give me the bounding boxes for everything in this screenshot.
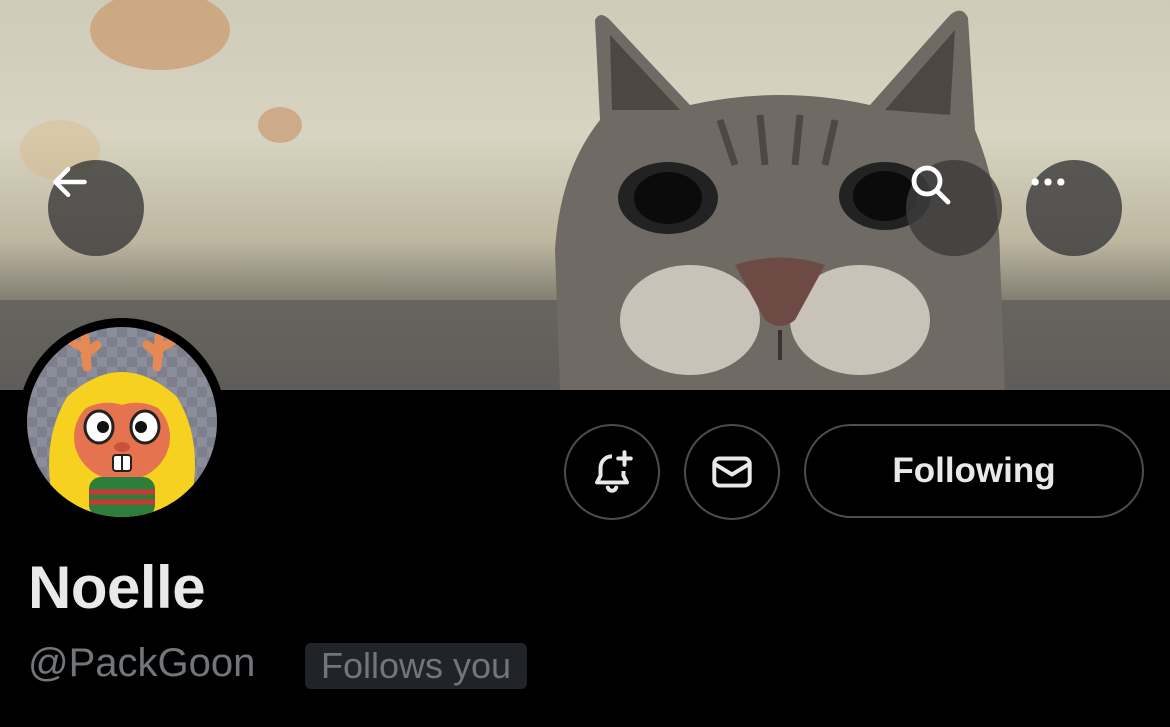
- avatar-image: [27, 327, 217, 517]
- avatar[interactable]: [18, 318, 226, 526]
- follows-you-badge: Follows you: [305, 643, 528, 689]
- more-options-button[interactable]: [1026, 160, 1122, 256]
- following-button[interactable]: Following: [804, 424, 1144, 518]
- search-icon: [911, 165, 951, 205]
- back-button[interactable]: [48, 160, 144, 256]
- envelope-icon: [712, 456, 752, 488]
- profile-screen: Following Noelle @PackGoon Follows you: [0, 0, 1170, 727]
- profile-banner[interactable]: [0, 0, 1170, 390]
- message-button[interactable]: [684, 424, 780, 520]
- more-horizontal-icon: [1031, 178, 1065, 186]
- user-handle: @PackGoon: [28, 641, 256, 685]
- bell-plus-icon: [595, 450, 633, 493]
- display-name: Noelle: [28, 554, 206, 621]
- arrow-left-icon: [53, 166, 87, 198]
- reindeer-character-icon: [49, 332, 195, 517]
- notifications-button[interactable]: [564, 424, 660, 520]
- search-button[interactable]: [906, 160, 1002, 256]
